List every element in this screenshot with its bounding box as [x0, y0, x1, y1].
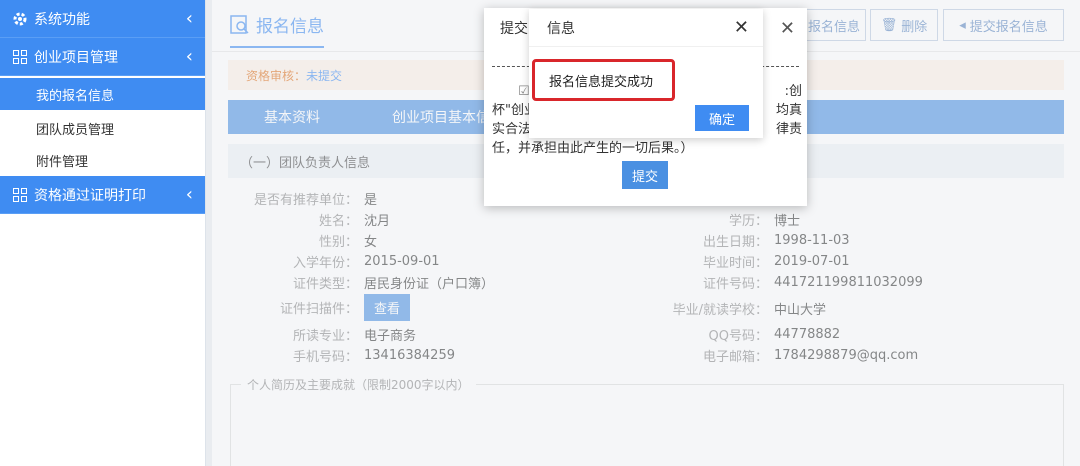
sidebar: 系统功能 ‹ 创业项目管理 ‹ 我的报名信息 团队成员管理 附件管理 资格通过证…: [0, 0, 206, 466]
sidebar-item-attachments[interactable]: 附件管理: [0, 144, 205, 176]
sidebar-item-label: 团队成员管理: [36, 122, 115, 138]
field-qq: QQ号码： 44778882: [652, 324, 841, 344]
field-id-type: 证件类型： 居民身份证（户口簿）: [232, 272, 494, 292]
confirm-button[interactable]: 确定: [695, 105, 749, 131]
field-label: 性别：: [318, 234, 358, 250]
menu-group-label: 资格通过证明打印: [34, 187, 146, 204]
field-major: 所读专业： 电子商务: [232, 324, 416, 344]
field-school: 毕业/就读学校： 中山大学: [652, 298, 826, 318]
field-name: 姓名： 沈月: [232, 209, 390, 229]
body-fragment: :创: [784, 84, 802, 99]
field-label: 毕业/就读学校：: [672, 302, 768, 318]
audit-status-value: 未提交: [306, 68, 343, 83]
chevron-left-icon: ‹: [185, 45, 193, 67]
grid-icon: [12, 49, 28, 65]
send-icon: ◂: [959, 17, 966, 33]
field-value: 2015-09-01: [364, 253, 440, 269]
field-label: 学历：: [728, 213, 768, 229]
field-email: 电子邮箱： 1784298879@qq.com: [652, 345, 918, 365]
field-label: 毕业时间：: [702, 255, 768, 271]
chevron-left-icon: ‹: [185, 183, 193, 205]
field-phone: 手机号码： 13416384259: [232, 345, 455, 365]
field-label: 证件类型：: [292, 276, 358, 292]
menu-group-system[interactable]: 系统功能 ‹: [0, 0, 205, 38]
body-fragment: 律责: [775, 122, 802, 137]
delete-button[interactable]: 🗑 删除: [870, 9, 938, 41]
trash-icon: 🗑: [880, 17, 898, 33]
resume-legend: 个人简历及主要成就（限制2000字以内）: [241, 376, 476, 393]
menu-group-certificate[interactable]: 资格通过证明打印 ‹: [0, 176, 205, 214]
field-value: 居民身份证（户口簿）: [364, 276, 495, 292]
sidebar-item-my-registration[interactable]: 我的报名信息: [0, 78, 205, 110]
field-value: 1784298879@qq.com: [774, 347, 919, 363]
menu-group-project[interactable]: 创业项目管理 ‹: [0, 38, 205, 76]
field-value: 电子商务: [364, 328, 417, 344]
resume-textarea[interactable]: 个人简历及主要成就（限制2000字以内）: [230, 376, 1064, 466]
field-gender: 性别： 女: [232, 230, 377, 250]
gear-icon: [12, 11, 28, 27]
field-birthdate: 出生日期： 1998-11-03: [652, 230, 850, 250]
audit-status-label: 资格审核：: [246, 68, 307, 83]
field-label: 证件扫描件：: [279, 301, 358, 317]
field-graduation: 毕业时间： 2019-07-01: [652, 251, 850, 271]
edit-registration-button[interactable]: 报名信息: [802, 9, 866, 41]
field-value: 441721199811032099: [774, 274, 923, 290]
field-education: 学历： 博士: [652, 209, 800, 229]
field-label: 手机号码：: [292, 349, 358, 365]
submit-dialog-title: 提交:: [500, 21, 533, 37]
field-value: 沈月: [364, 213, 391, 229]
field-value: 中山大学: [774, 302, 827, 318]
field-value: 是: [364, 192, 378, 208]
title-underline: [230, 46, 324, 48]
delete-button-label: 删除: [901, 19, 928, 35]
body-fragment: 实合法: [492, 122, 532, 137]
field-value: 1998-11-03: [774, 232, 850, 248]
close-icon[interactable]: ✕: [780, 18, 795, 39]
field-id-scan: 证件扫描件： 查看: [232, 293, 411, 321]
field-value: 44778882: [774, 326, 841, 342]
edit-button-label: 报名信息: [807, 19, 860, 35]
field-label: 出生日期：: [702, 234, 768, 250]
chevron-left-icon: ‹: [185, 7, 193, 29]
menu-group-label: 创业项目管理: [34, 49, 118, 66]
page-title-text: 报名信息: [256, 17, 324, 37]
info-dialog: 信息 ✕ 报名信息提交成功 确定: [529, 9, 763, 138]
menu-group-label: 系统功能: [34, 11, 90, 28]
sidebar-item-label: 我的报名信息: [36, 88, 115, 104]
page-title: 报名信息: [230, 12, 324, 48]
tab-basic-info[interactable]: 基本资料: [228, 107, 356, 127]
agree-checkbox[interactable]: ☑: [518, 82, 530, 101]
success-message: 报名信息提交成功: [532, 59, 675, 101]
sidebar-item-team-members[interactable]: 团队成员管理: [0, 112, 205, 144]
success-message-text: 报名信息提交成功: [549, 74, 654, 90]
view-button[interactable]: 查看: [364, 293, 411, 321]
field-label: 电子邮箱：: [702, 349, 768, 365]
field-value: 2019-07-01: [774, 253, 850, 269]
field-recommend-unit: 是否有推荐单位： 是: [232, 188, 377, 208]
close-icon[interactable]: ✕: [734, 17, 749, 38]
field-id-number: 证件号码： 441721199811032099: [652, 272, 923, 292]
field-label: 证件号码：: [702, 276, 768, 292]
field-value: 女: [364, 234, 378, 250]
submit-registration-button[interactable]: ◂ 提交报名信息: [943, 9, 1064, 41]
field-label: 姓名：: [318, 213, 358, 229]
dialog-submit-button[interactable]: 提交: [622, 161, 668, 189]
field-label: 入学年份：: [292, 255, 358, 271]
search-doc-icon: [230, 14, 250, 35]
info-dialog-title: 信息: [547, 20, 575, 37]
field-label: QQ号码：: [708, 328, 768, 344]
info-dialog-header: 信息 ✕: [529, 9, 763, 47]
sidebar-item-label: 附件管理: [36, 154, 89, 170]
body-fragment: 任，并承担由此产生的一切后果。）: [492, 141, 694, 156]
field-label: 是否有推荐单位：: [253, 192, 358, 208]
field-value: 13416384259: [364, 347, 455, 363]
body-fragment: 均真: [775, 103, 802, 118]
submit-button-label: 提交报名信息: [969, 19, 1048, 35]
field-value: 博士: [774, 213, 801, 229]
grid-icon: [12, 187, 28, 203]
field-enroll-year: 入学年份： 2015-09-01: [232, 251, 440, 271]
field-label: 所读专业：: [292, 328, 358, 344]
